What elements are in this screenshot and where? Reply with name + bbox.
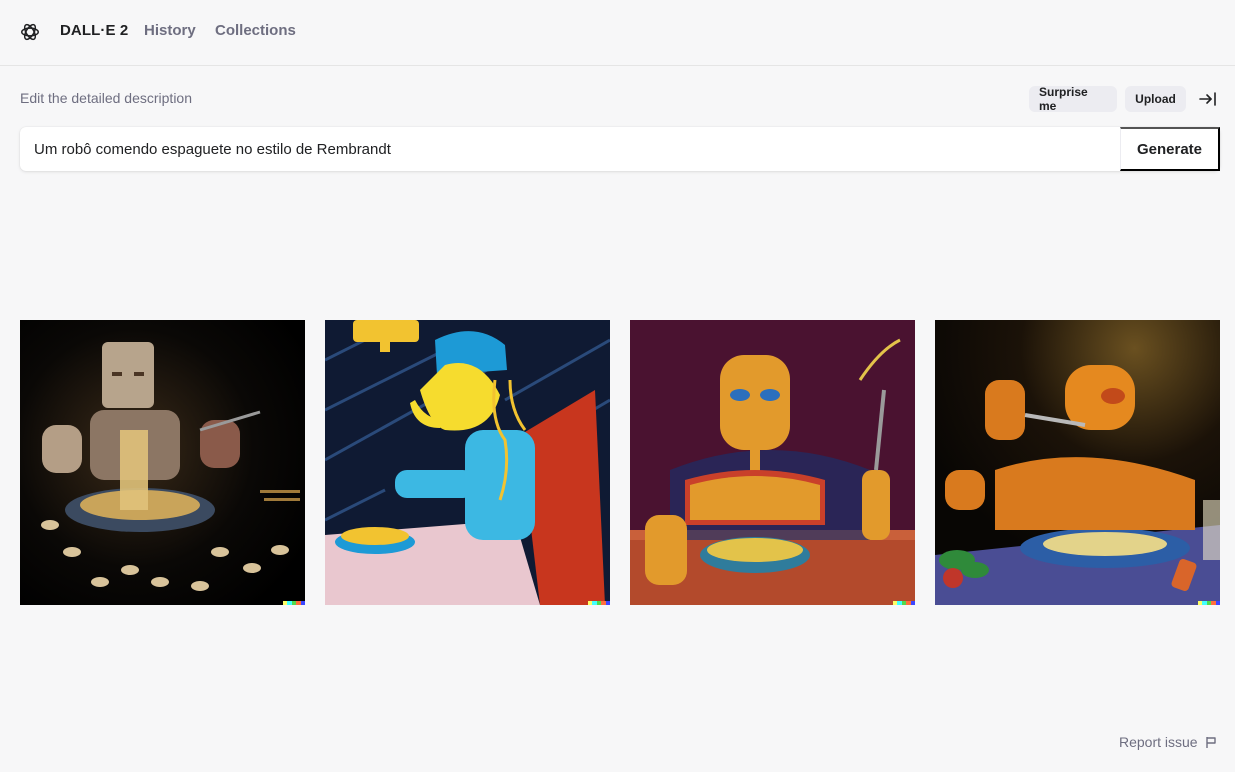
signature-swatch xyxy=(300,601,305,605)
prompt-input[interactable] xyxy=(20,127,1120,171)
result-image-3[interactable] xyxy=(630,320,915,605)
nav-history[interactable]: History xyxy=(144,22,196,39)
brand-title[interactable]: DALL·E 2 xyxy=(60,22,128,39)
generate-button[interactable]: Generate xyxy=(1120,127,1220,171)
openai-logo-icon[interactable] xyxy=(19,21,41,43)
result-image-1-art xyxy=(20,320,305,605)
flag-icon xyxy=(1205,737,1216,748)
image-signature xyxy=(588,601,610,605)
image-signature xyxy=(283,601,305,605)
collapse-right-icon[interactable] xyxy=(1198,89,1218,109)
result-image-2-art xyxy=(325,320,610,605)
surprise-me-button[interactable]: Surprise me xyxy=(1029,85,1117,113)
top-navigation-bar: DALL·E 2 History Collections xyxy=(0,0,1235,66)
description-label: Edit the detailed description xyxy=(20,90,192,106)
result-image-1[interactable] xyxy=(20,320,305,605)
image-signature xyxy=(1198,601,1220,605)
result-image-2[interactable] xyxy=(325,320,610,605)
signature-swatch xyxy=(910,601,915,605)
image-signature xyxy=(893,601,915,605)
upload-button[interactable]: Upload xyxy=(1125,86,1186,112)
report-issue-link[interactable]: Report issue xyxy=(1119,734,1218,750)
signature-swatch xyxy=(1215,601,1220,605)
report-issue-label: Report issue xyxy=(1119,734,1198,750)
nav-collections[interactable]: Collections xyxy=(215,22,296,39)
result-image-4[interactable] xyxy=(935,320,1220,605)
results-grid xyxy=(20,320,1220,605)
result-image-3-art xyxy=(630,320,915,605)
result-image-4-art xyxy=(935,320,1220,605)
prompt-box: Generate xyxy=(20,127,1220,171)
signature-swatch xyxy=(605,601,610,605)
